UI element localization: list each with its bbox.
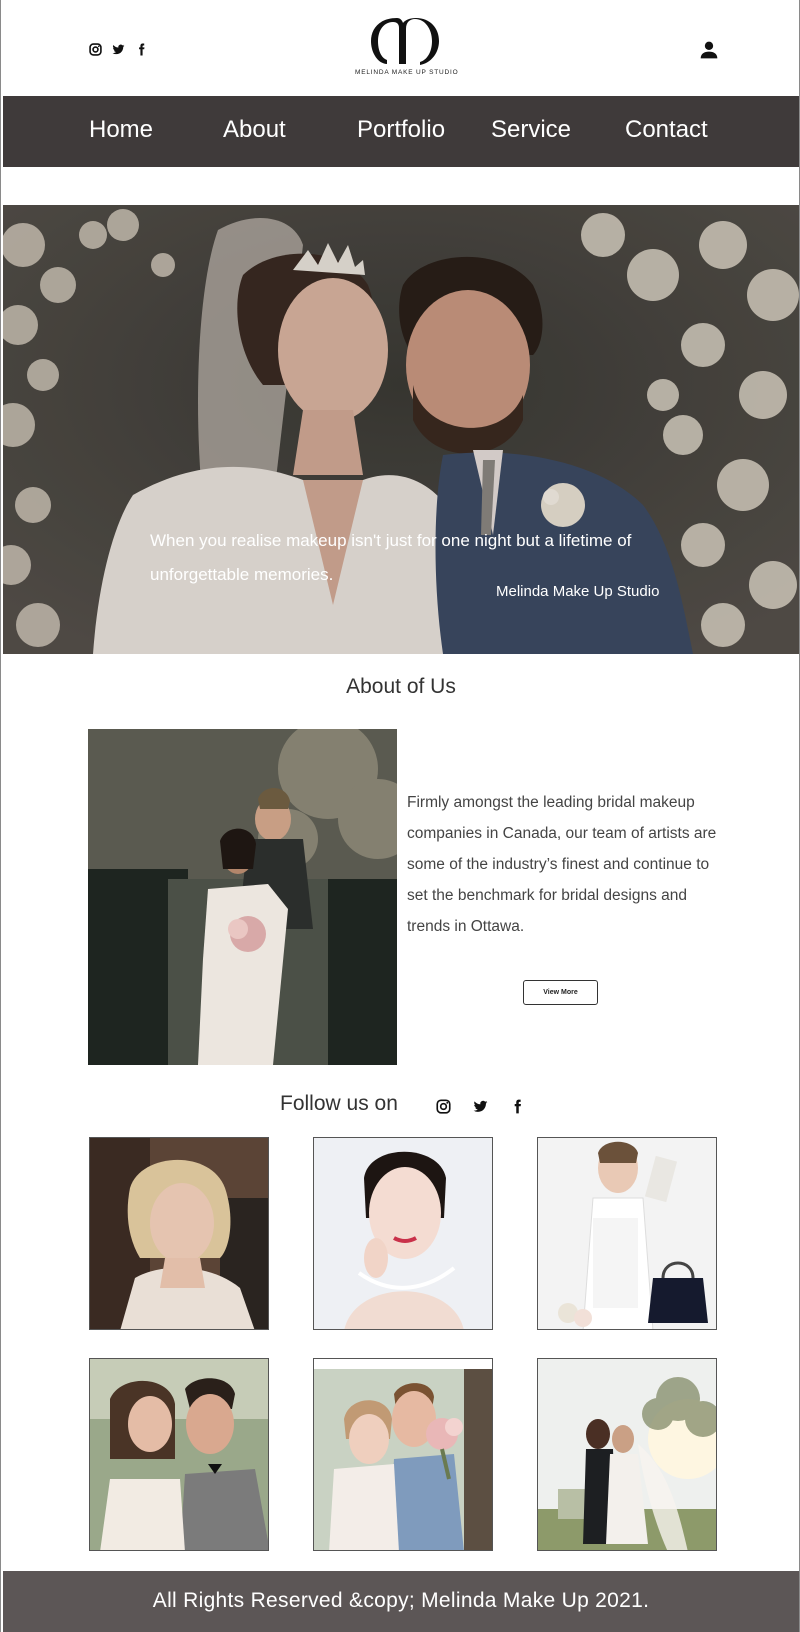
gallery-item-makeup-model[interactable] bbox=[313, 1137, 493, 1330]
gallery-item-fashion-model[interactable] bbox=[537, 1137, 717, 1330]
wedding-couple-kissing bbox=[90, 1359, 268, 1550]
about-image bbox=[88, 729, 397, 1065]
makeup-model-portrait bbox=[314, 1138, 492, 1329]
follow-title: Follow us on bbox=[280, 1092, 398, 1115]
view-more-button[interactable]: View More bbox=[523, 980, 598, 1005]
gallery-item-couple-sunset[interactable] bbox=[537, 1358, 717, 1551]
couple-with-bouquet bbox=[314, 1359, 492, 1550]
logo-text: MELINDA MAKE UP STUDIO bbox=[355, 69, 459, 76]
facebook-icon[interactable] bbox=[135, 43, 148, 56]
site-footer: All Rights Reserved &copy; Melinda Make … bbox=[3, 1571, 799, 1632]
nav-item-contact[interactable]: Contact bbox=[625, 116, 708, 144]
couple-at-sunset bbox=[538, 1359, 716, 1550]
about-title: About of Us bbox=[346, 675, 456, 698]
main-nav: Home About Portfolio Service Contact bbox=[3, 96, 799, 167]
follow-social-links bbox=[436, 1099, 525, 1114]
gallery-item-couple-kissing[interactable] bbox=[89, 1358, 269, 1551]
instagram-icon[interactable] bbox=[89, 43, 102, 56]
nav-item-service[interactable]: Service bbox=[491, 116, 571, 144]
header-social-links bbox=[89, 43, 148, 56]
gallery-item-blonde-bride[interactable] bbox=[89, 1137, 269, 1330]
user-icon[interactable] bbox=[699, 40, 719, 60]
hero-quote: When you realise makeup isn't just for o… bbox=[150, 531, 632, 584]
instagram-icon[interactable] bbox=[436, 1099, 451, 1114]
facebook-icon[interactable] bbox=[510, 1099, 525, 1114]
hero-signature: Melinda Make Up Studio bbox=[496, 583, 660, 600]
nav-item-about[interactable]: About bbox=[223, 116, 286, 144]
page: MELINDA MAKE UP STUDIO Home About Portfo… bbox=[0, 0, 800, 1632]
site-logo[interactable]: MELINDA MAKE UP STUDIO bbox=[355, 14, 459, 76]
fashion-model-with-handbag bbox=[538, 1138, 716, 1329]
nav-item-portfolio[interactable]: Portfolio bbox=[357, 116, 445, 144]
twitter-icon[interactable] bbox=[473, 1099, 488, 1114]
about-text: Firmly amongst the leading bridal makeup… bbox=[407, 794, 717, 935]
logo-mark-icon bbox=[371, 18, 439, 65]
nav-item-home[interactable]: Home bbox=[89, 116, 153, 144]
blonde-bride-portrait bbox=[90, 1138, 268, 1329]
twitter-icon[interactable] bbox=[112, 43, 125, 56]
gallery-item-couple-bouquet[interactable] bbox=[313, 1358, 493, 1551]
site-header: MELINDA MAKE UP STUDIO bbox=[3, 0, 799, 96]
couple-embracing-photo bbox=[88, 729, 397, 1065]
